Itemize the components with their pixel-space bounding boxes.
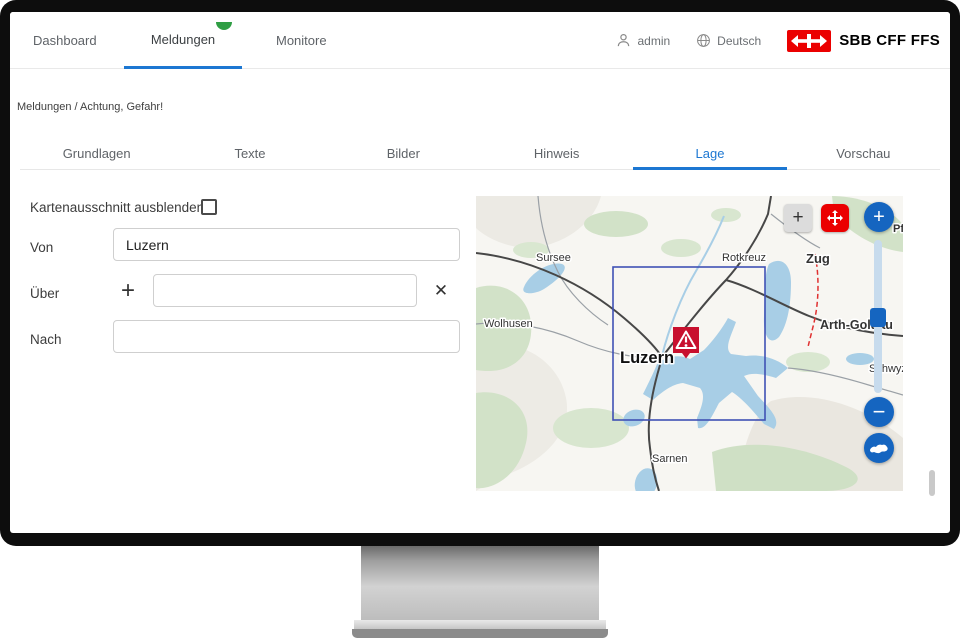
monitor-stand-foot xyxy=(352,629,608,638)
nav-item-dashboard[interactable]: Dashboard xyxy=(33,12,97,69)
map-label-zug: Zug xyxy=(806,251,830,266)
zoom-slider-handle[interactable] xyxy=(870,308,886,327)
warning-marker[interactable] xyxy=(673,327,699,359)
nav-item-monitore[interactable]: Monitore xyxy=(276,12,327,69)
monitor-frame: Dashboard Meldungen Monitore admin xyxy=(0,0,960,546)
ueber-label: Über xyxy=(30,286,59,301)
map-label-sursee: Sursee xyxy=(536,252,571,264)
globe-icon xyxy=(696,33,711,48)
clear-via-button[interactable]: ✕ xyxy=(427,277,455,305)
sbb-flag-icon xyxy=(787,30,831,52)
nav-right-cluster: admin Deutsch xyxy=(616,12,940,69)
map-label-sarnen: Sarnen xyxy=(652,453,687,465)
move-icon xyxy=(827,210,843,226)
pan-mode-button[interactable] xyxy=(821,204,849,232)
sbb-logo-text: SBB CFF FFS xyxy=(839,32,940,49)
via-input[interactable] xyxy=(153,274,417,307)
hide-map-label: Kartenausschnitt ausblenden xyxy=(30,200,204,215)
tab-lage[interactable]: Lage xyxy=(633,138,786,169)
sbb-logo: SBB CFF FFS xyxy=(787,30,940,52)
zoom-slider[interactable] xyxy=(874,240,882,393)
breadcrumb: Meldungen / Achtung, Gefahr! xyxy=(17,101,163,113)
tab-texte[interactable]: Texte xyxy=(173,138,326,169)
user-label: admin xyxy=(637,34,670,48)
tab-hinweis[interactable]: Hinweis xyxy=(480,138,633,169)
switzerland-icon xyxy=(869,442,889,455)
von-label: Von xyxy=(30,240,53,255)
map-container[interactable]: Sursee Rotkreuz Zug Wolhusen Luzern Arth… xyxy=(476,196,903,491)
zoom-out-button[interactable]: − xyxy=(864,397,894,427)
zoom-in-button[interactable]: + xyxy=(864,202,894,232)
language-menu[interactable]: Deutsch xyxy=(696,33,761,48)
add-via-button[interactable]: + xyxy=(114,277,142,305)
nach-input[interactable] xyxy=(113,320,460,353)
reset-view-button[interactable] xyxy=(864,433,894,463)
hide-map-checkbox[interactable] xyxy=(201,199,217,215)
tab-bilder[interactable]: Bilder xyxy=(327,138,480,169)
screen: Dashboard Meldungen Monitore admin xyxy=(10,12,950,533)
map-label-pf: Pf xyxy=(893,223,903,235)
map-label-luzern: Luzern xyxy=(620,349,674,367)
top-navbar: Dashboard Meldungen Monitore admin xyxy=(10,12,950,69)
tab-grundlagen[interactable]: Grundlagen xyxy=(20,138,173,169)
map-label-wolhusen: Wolhusen xyxy=(484,318,533,330)
tab-vorschau[interactable]: Vorschau xyxy=(787,138,940,169)
overview-zoom-button[interactable]: + xyxy=(784,204,812,232)
language-label: Deutsch xyxy=(717,34,761,48)
von-input[interactable] xyxy=(113,228,460,261)
user-icon xyxy=(616,33,631,48)
monitor-stand-neck xyxy=(361,546,599,620)
scrollbar-thumb[interactable] xyxy=(929,470,935,496)
nach-label: Nach xyxy=(30,332,62,347)
map-label-rotkreuz: Rotkreuz xyxy=(722,252,766,264)
user-menu[interactable]: admin xyxy=(616,33,670,48)
notification-arc-icon xyxy=(216,21,232,30)
tab-bar: Grundlagen Texte Bilder Hinweis Lage Vor… xyxy=(20,138,940,170)
nav-item-meldungen[interactable]: Meldungen xyxy=(124,12,242,69)
nav-item-meldungen-label: Meldungen xyxy=(151,32,215,47)
